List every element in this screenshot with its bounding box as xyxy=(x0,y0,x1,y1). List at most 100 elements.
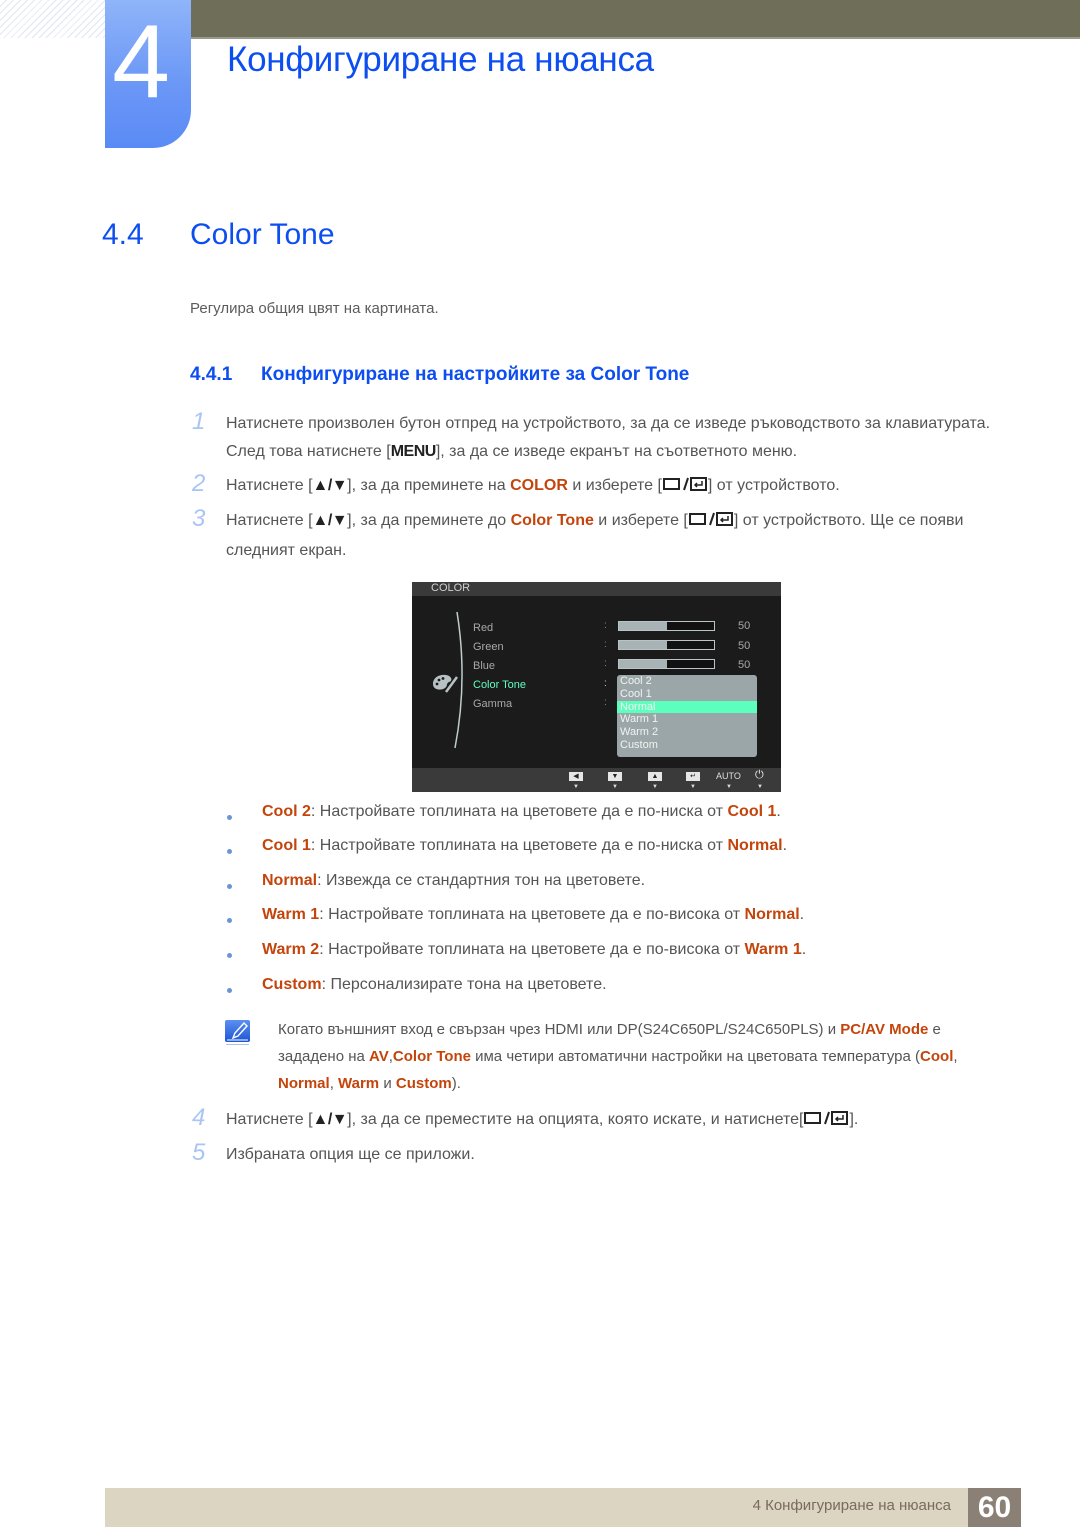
note-highlight: Warm xyxy=(338,1075,380,1092)
bullet-end: . xyxy=(782,837,788,854)
note-segment: има четири автоматични настройки на цвет… xyxy=(470,1048,921,1065)
up-down-arrows-icon: ▲/▼ xyxy=(312,512,348,529)
menu-key-label: MENU xyxy=(390,443,437,460)
bullet-warm-1: Warm 1: Настройвате топлината на цветове… xyxy=(262,906,804,924)
step-text: ]. xyxy=(849,1111,859,1128)
step-3: Натиснете [▲/▼], за да преминете до Colo… xyxy=(226,507,1016,565)
step-text: ], за да се преместите на опцията, която… xyxy=(347,1111,804,1128)
step-text: Натиснете [ xyxy=(226,477,313,494)
note-highlight: PC/AV Mode xyxy=(840,1021,929,1038)
page-footer: 4 Конфигуриране на нюанса xyxy=(105,1488,1021,1527)
option-normal[interactable]: Normal xyxy=(617,700,757,714)
step-number: 3 xyxy=(192,505,206,532)
caret-icon: ▼ xyxy=(757,784,763,790)
bullet-text: : Извежда се стандартния тон на цветовет… xyxy=(317,872,646,889)
note-highlight: Custom xyxy=(395,1075,452,1092)
bullet-cool-1: Cool 1: Настройвате топлината на цветове… xyxy=(262,837,787,855)
up-down-arrows-icon: ▲/▼ xyxy=(312,477,348,494)
bullet-dot xyxy=(227,815,232,820)
down-arrow-icon: ▼ xyxy=(611,773,619,780)
chapter-number: 4 xyxy=(112,4,170,120)
osd-item-green[interactable]: Green xyxy=(473,641,504,653)
source-enter-icon xyxy=(662,474,708,502)
step-text: и изберете [ xyxy=(567,477,662,494)
step-text: ], за да се изведе екранът на съответнот… xyxy=(435,443,798,460)
source-enter-icon xyxy=(803,1108,849,1136)
highlight-term: Color Tone xyxy=(510,512,594,529)
bullet-text: : Настройвате топлината на цветовете да … xyxy=(319,906,745,923)
step-text: ] от устройството. xyxy=(707,477,840,494)
caret-icon: ▼ xyxy=(573,784,579,790)
step-number: 4 xyxy=(192,1104,206,1131)
option-warm-2[interactable]: Warm 2 xyxy=(617,726,757,739)
osd-colon: : xyxy=(604,658,607,669)
option-warm-1[interactable]: Warm 1 xyxy=(617,713,757,726)
step-text: Избраната опция ще се приложи. xyxy=(226,1146,475,1163)
down-arrow-button[interactable]: ▼ xyxy=(608,772,622,781)
page-number: 60 xyxy=(968,1488,1021,1527)
osd-item-blue[interactable]: Blue xyxy=(473,660,495,672)
bullet-end: . xyxy=(776,803,781,820)
color-tone-options: Cool 2 Cool 1 Normal Warm 1 Warm 2 Custo… xyxy=(617,675,757,757)
power-icon[interactable]: ⏻ xyxy=(755,769,764,782)
bullet-warm-2: Warm 2: Настройвате топлината на цветове… xyxy=(262,941,806,959)
bullet-end: . xyxy=(801,941,807,958)
note-highlight: Normal xyxy=(278,1075,330,1092)
subsection-number: 4.4.1 xyxy=(190,364,233,385)
step-text: ], за да преминете до xyxy=(347,512,511,529)
enter-button[interactable]: ↵ xyxy=(686,772,700,781)
bullet-custom: Custom: Персонализирате тона на цветовет… xyxy=(262,976,607,994)
step-1: Натиснете произволен бутон отпред на уст… xyxy=(226,410,1016,466)
step-number: 2 xyxy=(192,470,206,497)
red-slider[interactable] xyxy=(618,621,715,631)
osd-item-color-tone[interactable]: Color Tone xyxy=(473,679,526,691)
note-text: Когато външният вход е свързан чрез HDMI… xyxy=(278,1016,978,1097)
bullet-ref: Normal xyxy=(727,837,783,854)
note-segment: , xyxy=(329,1075,339,1092)
source-enter-icon xyxy=(688,509,734,537)
option-custom[interactable]: Custom xyxy=(617,739,757,752)
osd-colon: : xyxy=(604,620,607,631)
up-down-arrows-icon: ▲/▼ xyxy=(312,1111,348,1128)
section-title: Color Tone xyxy=(190,218,335,251)
caret-icon: ▼ xyxy=(612,784,618,790)
green-slider[interactable] xyxy=(618,640,715,650)
option-cool-2[interactable]: Cool 2 xyxy=(617,675,757,688)
bullet-cool-2: Cool 2: Настройвате топлината на цветове… xyxy=(262,803,781,821)
osd-header: COLOR xyxy=(412,582,781,596)
osd-colon: : xyxy=(604,697,607,708)
red-value: 50 xyxy=(738,620,751,632)
note-segment: и xyxy=(379,1075,396,1092)
up-arrow-icon: ▲ xyxy=(651,773,659,780)
note-highlight: AV xyxy=(369,1048,389,1065)
bullet-dot xyxy=(227,953,232,958)
osd-item-red[interactable]: Red xyxy=(473,622,493,634)
left-arrow-button[interactable]: ◀ xyxy=(569,772,583,781)
chapter-title: Конфигуриране на нюанса xyxy=(227,40,654,79)
bullet-term: Warm 2 xyxy=(262,941,320,958)
slider-fill xyxy=(619,622,667,630)
menu-arc-decoration xyxy=(454,611,463,749)
auto-button[interactable]: AUTO xyxy=(716,771,741,781)
green-value: 50 xyxy=(738,640,751,652)
note-highlight: Cool xyxy=(920,1048,954,1065)
section-number: 4.4 xyxy=(102,218,144,251)
osd-item-gamma[interactable]: Gamma xyxy=(473,698,512,710)
highlight-term: COLOR xyxy=(510,477,568,494)
slider-fill xyxy=(619,660,667,668)
step-number: 5 xyxy=(192,1139,206,1166)
bullet-text: : Настройвате топлината на цветовете да … xyxy=(310,803,728,820)
option-cool-1[interactable]: Cool 1 xyxy=(617,688,757,701)
bullet-dot xyxy=(227,918,232,923)
bullet-ref: Warm 1 xyxy=(744,941,802,958)
bullet-term: Custom xyxy=(262,976,322,993)
up-arrow-button[interactable]: ▲ xyxy=(648,772,662,781)
note-segment: , xyxy=(953,1048,958,1065)
bullet-ref: Cool 1 xyxy=(727,803,777,820)
enter-icon: ↵ xyxy=(690,773,696,780)
slider-fill xyxy=(619,641,667,649)
blue-slider[interactable] xyxy=(618,659,715,669)
bullet-term: Cool 1 xyxy=(262,837,311,854)
note-segment: ). xyxy=(451,1075,461,1092)
step-5: Избраната опция ще се приложи. xyxy=(226,1141,1016,1169)
